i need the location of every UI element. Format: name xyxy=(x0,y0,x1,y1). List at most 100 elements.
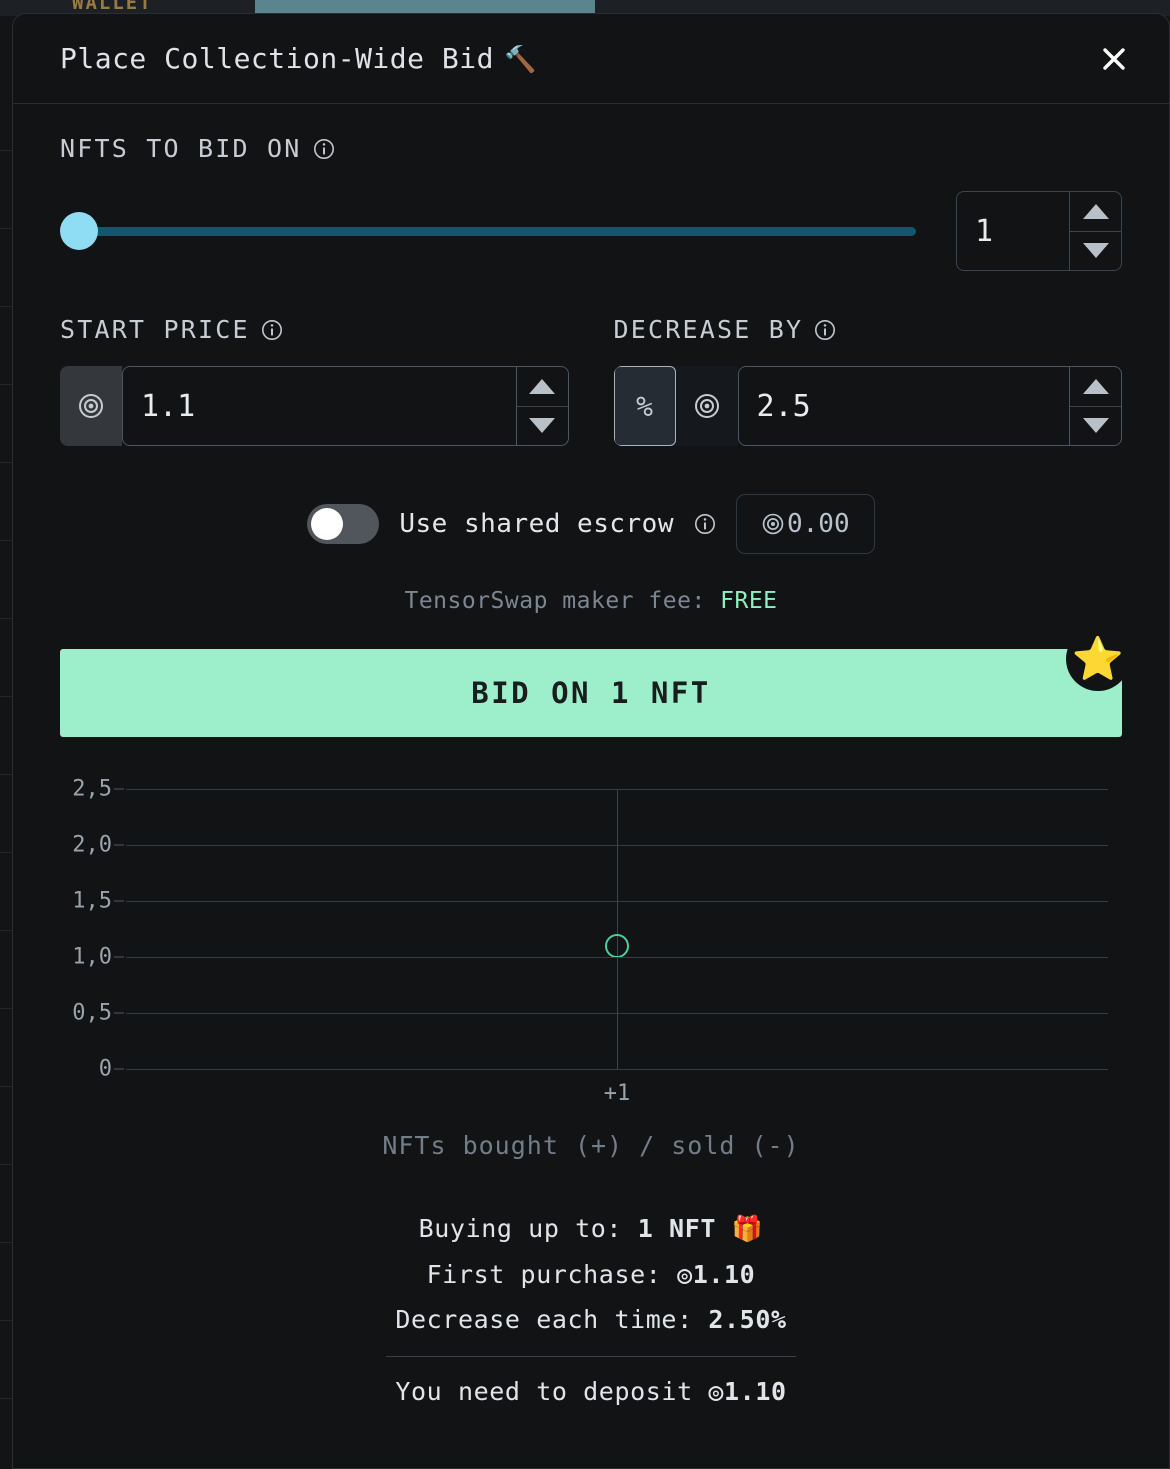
chart-vertical-axis-line xyxy=(617,789,618,1069)
chart-x-axis-title: NFTs bought (+) / sold (-) xyxy=(382,1131,800,1160)
chart-gridline xyxy=(126,1013,1108,1014)
decrease-by-input[interactable] xyxy=(738,367,1069,445)
summary-line: Decrease each time: 2.50% xyxy=(60,1305,1122,1334)
decrease-by-field[interactable] xyxy=(737,366,1122,446)
chart-ytick-label: 0,5 xyxy=(72,1000,112,1026)
nfts-count-slider[interactable] xyxy=(60,210,928,252)
decrease-by-column: DECREASE BY % xyxy=(613,315,1123,446)
slider-track xyxy=(70,226,916,236)
decrease-by-decrement-button[interactable] xyxy=(1070,407,1121,446)
start-price-input-group xyxy=(60,366,569,446)
start-price-stepper-buttons xyxy=(515,367,568,446)
nfts-slider-row xyxy=(60,191,1122,271)
chevron-up-icon xyxy=(529,378,555,394)
info-icon[interactable] xyxy=(694,513,716,535)
chevron-down-icon xyxy=(529,418,555,434)
summary-line: First purchase: ◎1.10 xyxy=(60,1260,1122,1289)
decrease-by-label: DECREASE BY xyxy=(614,315,1123,344)
modal-header: Place Collection-Wide Bid 🔨 xyxy=(13,14,1169,104)
unit-sol-button[interactable] xyxy=(675,366,738,446)
background-active-tab xyxy=(255,0,595,14)
info-icon[interactable] xyxy=(814,319,836,341)
chart-ytick-mark xyxy=(114,900,124,902)
modal-body: NFTS TO BID ON 1 START PRICE 1.1 DECREAS… xyxy=(13,104,1169,1406)
chevron-up-icon xyxy=(1082,203,1109,219)
chart-ytick-mark xyxy=(114,844,124,846)
start-price-label: START PRICE xyxy=(60,315,569,344)
toggle-knob xyxy=(311,508,344,540)
bid-summary: Buying up to: 1 NFT 🎁 First purchase: ◎1… xyxy=(60,1214,1122,1406)
shared-escrow-row: Use shared escrow 0.00 xyxy=(60,494,1122,554)
start-price-field[interactable] xyxy=(122,366,569,446)
summary-label: Decrease each time: xyxy=(395,1305,693,1334)
nfts-to-bid-on-label-text: NFTS TO BID ON xyxy=(60,134,302,163)
chevron-down-icon xyxy=(1082,418,1109,434)
chevron-up-icon xyxy=(1082,378,1109,394)
start-price-column: START PRICE xyxy=(60,315,569,446)
summary-value: 1 NFT xyxy=(637,1214,716,1243)
summary-value: ◎1.10 xyxy=(677,1260,756,1289)
background-tab-label: WALLET xyxy=(72,0,153,14)
chart-ytick-label: 2,5 xyxy=(72,776,112,802)
shared-escrow-label: Use shared escrow xyxy=(399,509,674,539)
start-price-increment-button[interactable] xyxy=(516,367,568,407)
decrease-by-increment-button[interactable] xyxy=(1070,367,1121,407)
summary-line: Buying up to: 1 NFT 🎁 xyxy=(60,1214,1122,1244)
chevron-down-icon xyxy=(1082,243,1109,259)
bid-button-wrapper: BID ON 1 NFT ⭐ xyxy=(60,627,1130,737)
summary-label: Buying up to: xyxy=(418,1214,623,1243)
nfts-to-bid-on-label: NFTS TO BID ON xyxy=(60,134,1122,163)
chart-ytick-label: 0 xyxy=(98,1056,112,1082)
chart-xtick-label: +1 xyxy=(603,1081,631,1106)
stepper-decrement-button[interactable] xyxy=(1070,232,1121,271)
chart-ytick-label: 1,0 xyxy=(72,944,112,970)
price-settings-row: START PRICE 1.1 DECREASE BY % 2.5 xyxy=(60,315,1122,446)
maker-fee-value: FREE xyxy=(720,588,778,614)
stepper-buttons xyxy=(1069,192,1121,270)
bid-submit-button[interactable]: BID ON 1 NFT xyxy=(60,649,1122,737)
start-price-label-text: START PRICE xyxy=(60,315,250,344)
deposit-line: You need to deposit ◎1.10 xyxy=(60,1377,1122,1406)
summary-label: First purchase: xyxy=(426,1260,662,1289)
summary-value: 2.50% xyxy=(708,1305,787,1334)
gift-icon: 🎁 xyxy=(731,1214,764,1243)
close-icon[interactable] xyxy=(1097,42,1131,76)
maker-fee-label: TensorSwap maker fee: xyxy=(404,588,706,614)
info-icon[interactable] xyxy=(261,319,283,341)
place-bid-modal: Place Collection-Wide Bid 🔨 NFTS TO BID O… xyxy=(12,13,1170,1469)
chart-ytick-mark xyxy=(114,788,124,790)
unit-percent-button[interactable]: % xyxy=(613,366,676,446)
maker-fee-line: TensorSwap maker fee: FREE xyxy=(60,588,1122,614)
nfts-count-stepper[interactable] xyxy=(956,191,1122,271)
chart-plot-area: +1 0 0,5 1,0 1,5 2,0 2,5 xyxy=(72,777,1108,1106)
start-price-decrement-button[interactable] xyxy=(517,407,568,446)
deposit-label: You need to deposit xyxy=(395,1377,693,1406)
chart-ytick-mark xyxy=(114,1068,124,1070)
hammer-icon: 🔨 xyxy=(503,45,537,75)
chart-data-point[interactable] xyxy=(605,933,629,958)
decrease-by-input-group: % xyxy=(613,366,1122,446)
chart-gridline xyxy=(126,901,1108,902)
chart-ytick-label: 1,5 xyxy=(72,888,112,914)
chart-gridline xyxy=(126,789,1108,790)
info-icon[interactable] xyxy=(313,138,335,160)
modal-title-text: Place Collection-Wide Bid xyxy=(60,42,494,75)
sol-currency-icon xyxy=(60,366,122,446)
shared-escrow-toggle[interactable] xyxy=(307,504,380,544)
sol-currency-icon xyxy=(762,513,784,535)
chart-ytick-label: 2,0 xyxy=(72,832,112,858)
decrease-by-stepper-buttons xyxy=(1069,367,1121,445)
nfts-count-input[interactable] xyxy=(957,192,1069,270)
chart-ytick-mark xyxy=(114,1012,124,1014)
summary-divider xyxy=(386,1356,796,1357)
decrease-unit-toggle: % xyxy=(613,366,738,446)
start-price-input[interactable] xyxy=(123,367,516,445)
stepper-increment-button[interactable] xyxy=(1070,192,1121,232)
decrease-by-label-text: DECREASE BY xyxy=(613,315,804,344)
shared-escrow-balance: 0.00 xyxy=(735,494,875,554)
chart-gridline xyxy=(126,1069,1108,1070)
chart-ytick-mark xyxy=(114,956,124,958)
slider-thumb[interactable] xyxy=(60,212,98,250)
page-title: Place Collection-Wide Bid 🔨 xyxy=(60,42,537,75)
deposit-value: ◎1.10 xyxy=(708,1377,787,1406)
